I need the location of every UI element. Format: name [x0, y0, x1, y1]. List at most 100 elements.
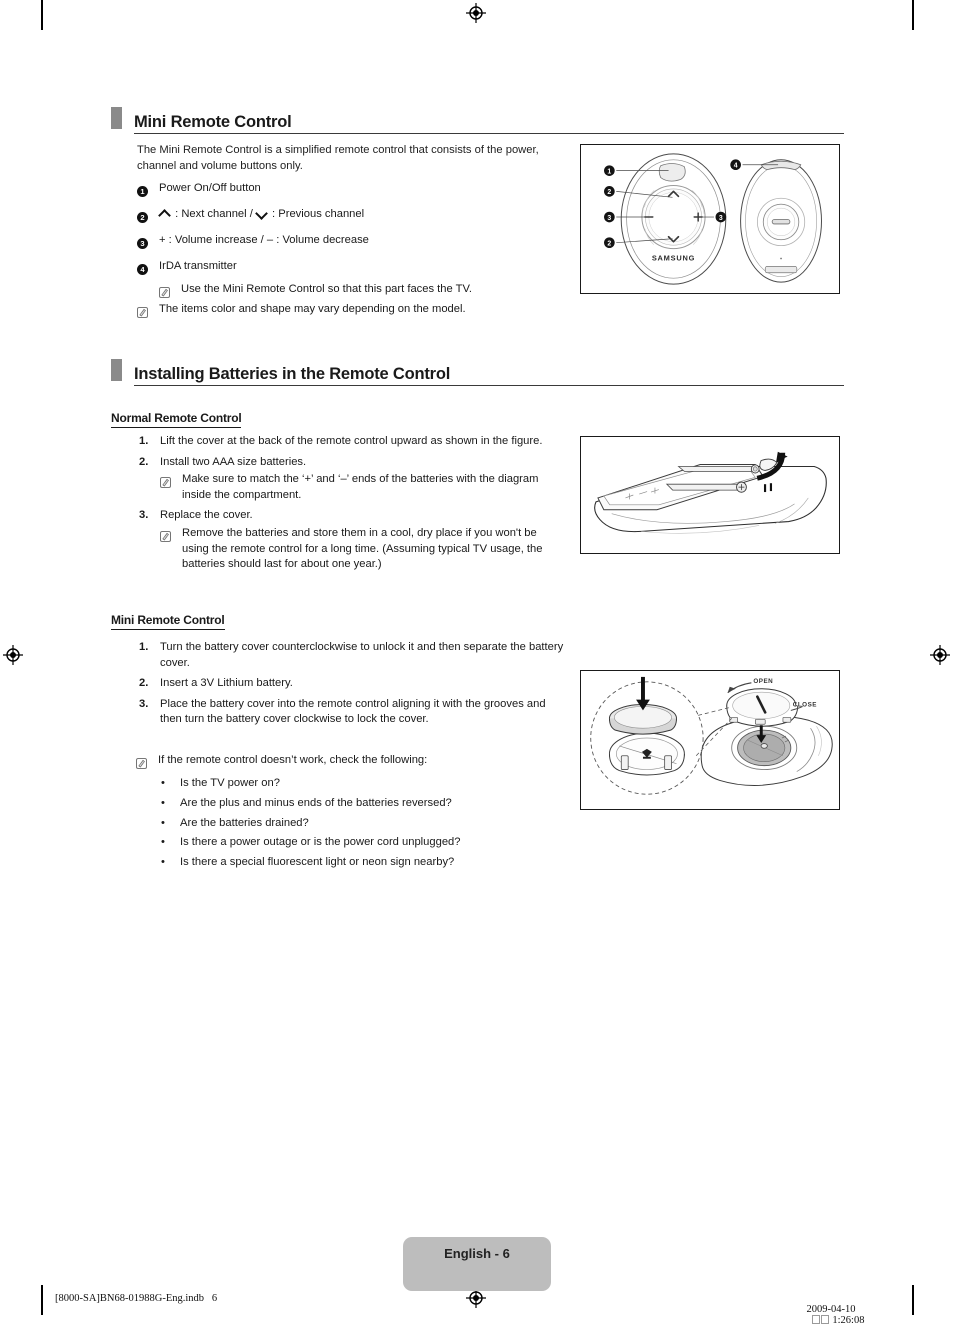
list-item: 1 Power On/Off button: [137, 181, 567, 201]
section-marker-block: [111, 359, 122, 381]
subheading-normal-remote-control: Normal Remote Control: [111, 411, 242, 428]
note-item: Make sure to match the ‘+’ and ‘–’ ends …: [160, 472, 564, 503]
bullet-icon: •: [161, 856, 165, 869]
step-text: Install two AAA size batteries.: [160, 455, 307, 468]
note-text: The items color and shape may vary depen…: [159, 303, 466, 315]
list-item: 2. Install two AAA size batteries.: [136, 455, 564, 471]
troubleshooting-block: If the remote control doesn’t work, chec…: [136, 753, 566, 875]
callout-marker-4: 4: [137, 259, 159, 279]
chevron-down-icon: [256, 209, 269, 218]
bullet-icon: •: [161, 777, 165, 789]
svg-text:2: 2: [607, 240, 611, 247]
list-item: 1. Turn the battery cover counterclockwi…: [136, 640, 564, 671]
page-label: English - 6: [444, 1246, 510, 1261]
mini-remote-intro-text: The Mini Remote Control is a simplified …: [137, 144, 539, 172]
footer-timestamp: 2009-04-10 1:26:08: [796, 1293, 865, 1337]
list-item-label: IrDA transmitter: [159, 260, 237, 272]
troubleshooting-list: • Is the TV power on? • Are the plus and…: [158, 776, 566, 871]
list-item: • Is there a power outage or is the powe…: [158, 835, 566, 851]
list-item-label: Is there a special fluorescent light or …: [180, 856, 455, 869]
section-rule: [134, 133, 844, 134]
callout-marker-1: 1: [137, 181, 159, 201]
num-circle: 3: [137, 237, 148, 249]
missing-glyph-box: [820, 1315, 829, 1324]
note-pencil-icon: [137, 307, 148, 319]
footer-date: 2009-04-10: [806, 1304, 856, 1315]
list-item-label: Are the batteries drained?: [180, 816, 309, 829]
note-pencil-icon: [160, 531, 171, 543]
note-pencil-icon: [160, 477, 171, 489]
close-label: CLOSE: [793, 701, 817, 708]
note-icon-wrap: [160, 472, 182, 492]
figure-mini-remote-control: SAMSUNG 1 2 3 2 3 4: [580, 144, 840, 294]
bullet-icon: •: [161, 816, 165, 829]
note-text: Remove the batteries and store them in a…: [182, 526, 543, 571]
note-text: Use the Mini Remote Control so that this…: [181, 282, 473, 295]
chevron-up-icon: [159, 209, 172, 218]
bullet-icon: •: [161, 796, 165, 809]
crop-mark-top-left: [41, 0, 43, 30]
num-circle: 2: [137, 211, 148, 223]
note-item: The items color and shape may vary depen…: [137, 302, 557, 322]
num-circle: 1: [137, 185, 148, 197]
svg-text:SAMSUNG: SAMSUNG: [652, 253, 695, 262]
list-item-label: + : Volume increase / – : Volume decreas…: [159, 234, 369, 246]
note-item: Remove the batteries and store them in a…: [160, 526, 564, 573]
registration-mark-icon: [466, 1288, 486, 1308]
registration-mark-icon: [930, 645, 950, 665]
step-text: Turn the battery cover counterclockwise …: [160, 641, 564, 669]
step-number: 2.: [139, 455, 149, 468]
section-rule: [134, 385, 844, 386]
bullet-icon: •: [161, 836, 165, 849]
note-item: If the remote control doesn’t work, chec…: [136, 753, 566, 773]
list-item: 3. Place the battery cover into the remo…: [136, 697, 564, 728]
note-pencil-icon: [159, 286, 170, 298]
crop-mark-top-right: [912, 0, 914, 30]
note-text: If the remote control doesn’t work, chec…: [158, 754, 428, 766]
step-text: Replace the cover.: [160, 509, 253, 522]
note-icon-wrap: [136, 753, 158, 773]
step-number: 2.: [139, 677, 149, 690]
section-title: Installing Batteries in the Remote Contr…: [134, 364, 451, 383]
callout-marker-3: 3: [137, 233, 159, 253]
svg-text:3: 3: [607, 215, 611, 222]
svg-text:2: 2: [607, 189, 611, 196]
crop-mark-bottom-right: [912, 1285, 914, 1315]
registration-mark-icon: [3, 645, 23, 665]
list-item-label: Power On/Off button: [159, 182, 261, 194]
open-label: OPEN: [753, 678, 773, 685]
figure-normal-remote-battery: [580, 436, 840, 554]
list-item: 4 IrDA transmitter: [137, 259, 567, 279]
list-item: 2. Insert a 3V Lithium battery.: [136, 676, 564, 692]
svg-text:1: 1: [607, 168, 611, 175]
note-icon-wrap: [137, 302, 159, 322]
list-item: • Are the plus and minus ends of the bat…: [158, 796, 566, 812]
note-item: Use the Mini Remote Control so that this…: [159, 282, 567, 302]
section-header-mini-remote-control: Mini Remote Control: [111, 107, 844, 134]
list-item-label: Is the TV power on?: [180, 777, 280, 789]
svg-text:3: 3: [719, 215, 723, 222]
channel-down-label: : Previous channel: [268, 208, 365, 220]
note-text: Make sure to match the ‘+’ and ‘–’ ends …: [182, 473, 539, 501]
list-item: • Is the TV power on?: [158, 776, 566, 792]
list-item: • Is there a special fluorescent light o…: [158, 855, 566, 871]
step-number: 3.: [139, 509, 149, 522]
step-number: 1.: [139, 435, 149, 447]
footer-time: 1:26:08: [832, 1315, 865, 1326]
section-marker-block: [111, 107, 122, 129]
mini-remote-numbered-list: 1 Power On/Off button 2 : Next channel /…: [137, 181, 567, 302]
step-text: Insert a 3V Lithium battery.: [160, 677, 293, 690]
crop-mark-bottom-left: [41, 1285, 43, 1315]
normal-remote-steps: 1. Lift the cover at the back of the rem…: [136, 434, 564, 578]
list-item: 3. Replace the cover.: [136, 508, 564, 524]
note-pencil-icon: [136, 758, 147, 770]
callout-marker-2: 2: [137, 207, 159, 227]
missing-glyph-box: [811, 1315, 820, 1324]
section-title: Mini Remote Control: [134, 112, 292, 131]
step-text: Lift the cover at the back of the remote…: [160, 435, 543, 447]
list-item: • Are the batteries drained?: [158, 816, 566, 832]
list-item-label: Is there a power outage or is the power …: [180, 836, 461, 849]
note-icon-wrap: [159, 282, 181, 302]
step-number: 1.: [139, 641, 149, 653]
step-text: Place the battery cover into the remote …: [160, 697, 546, 726]
